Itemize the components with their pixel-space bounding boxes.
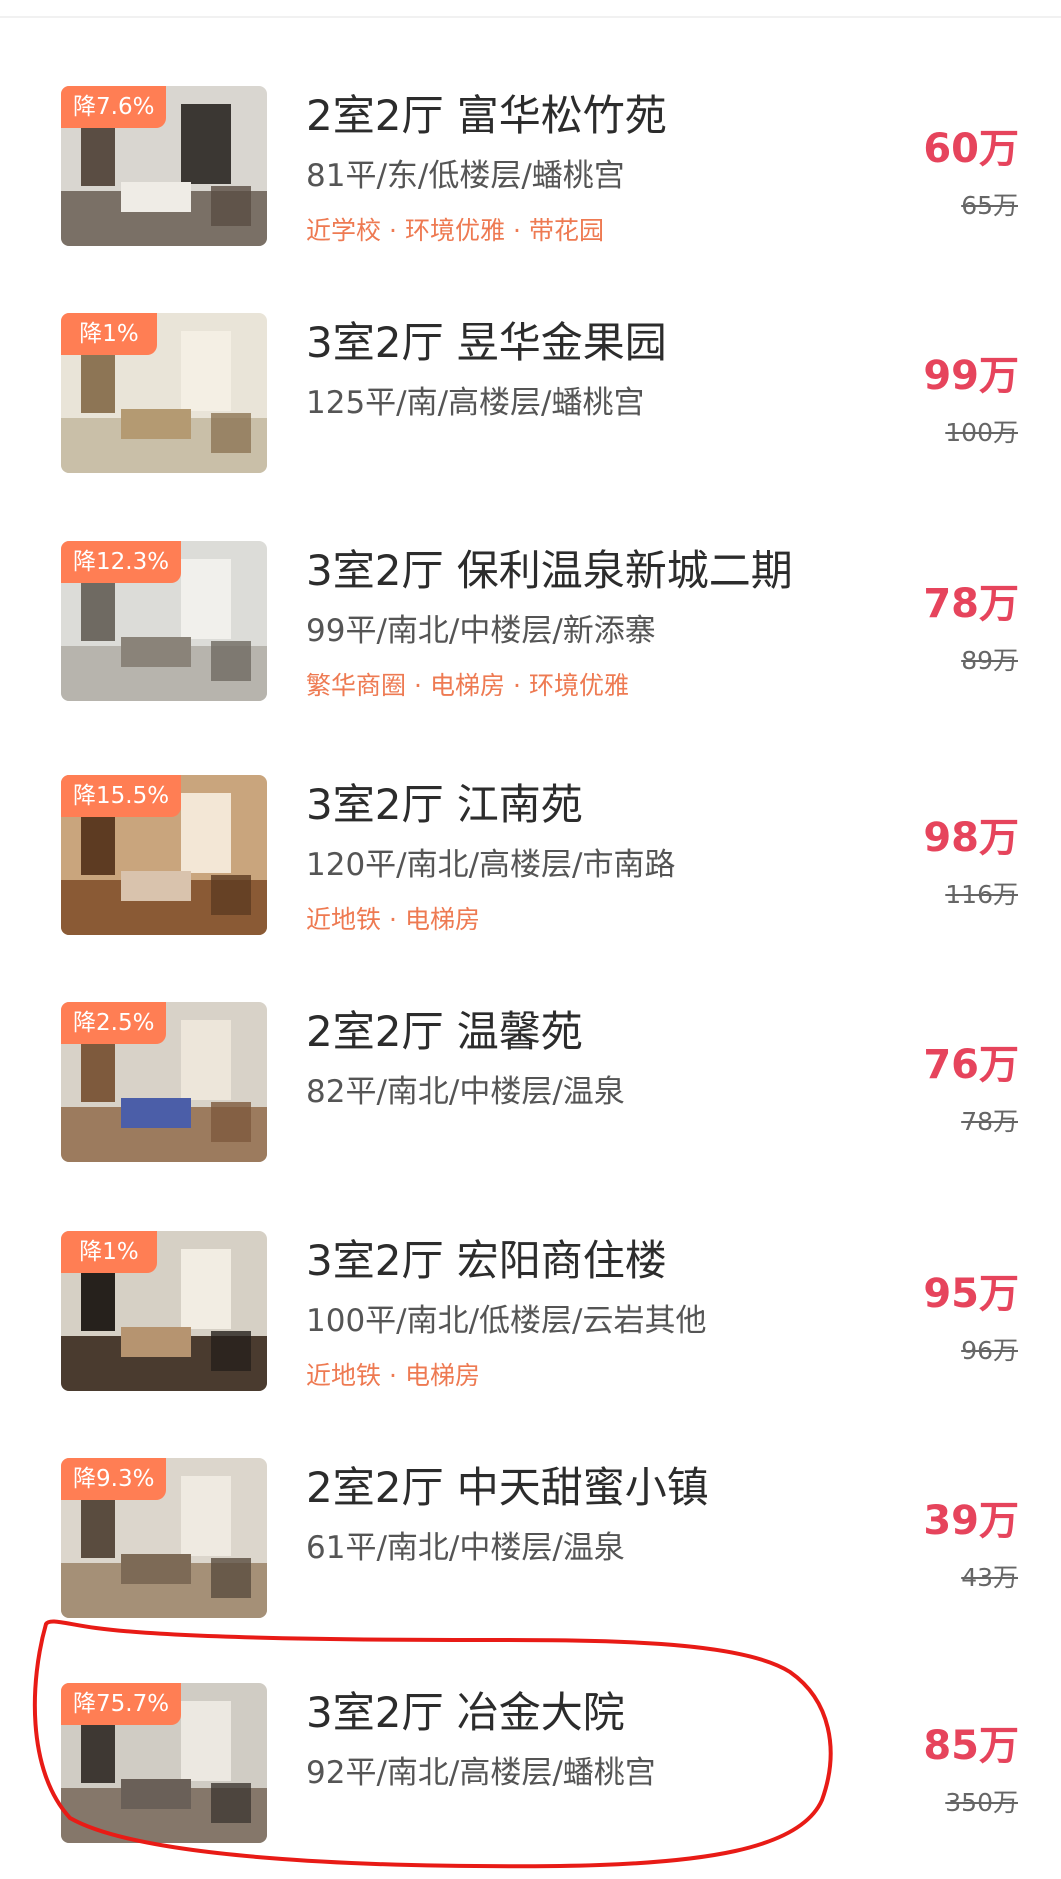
listing-item[interactable]: 降1% 3室2厅 昱华金果园 125平/南/高楼层/蟠桃宫 99万 100万: [0, 313, 1061, 503]
listing-tag: 电梯房: [404, 905, 480, 934]
listing-title[interactable]: 2室2厅 温馨苑: [306, 1006, 583, 1058]
listing-tag: 繁华商圈: [306, 671, 407, 700]
listing-item[interactable]: 降2.5% 2室2厅 温馨苑 82平/南北/中楼层/温泉 76万 78万: [0, 1002, 1061, 1192]
listing-meta: 82平/南北/中楼层/温泉: [306, 1074, 625, 1110]
listing-meta: 92平/南北/高楼层/蟠桃宫: [306, 1755, 656, 1791]
listing-tag: 环境优雅: [404, 216, 505, 245]
listing-price: 98万: [923, 815, 1019, 861]
listing-tag: 环境优雅: [528, 671, 629, 700]
discount-badge: 降75.7%: [61, 1683, 182, 1725]
discount-badge: 降1%: [61, 1231, 157, 1273]
discount-badge: 降1%: [61, 313, 157, 355]
listing-price: 78万: [923, 581, 1019, 627]
listing-meta: 61平/南北/中楼层/温泉: [306, 1530, 625, 1566]
listing-title[interactable]: 3室2厅 冶金大院: [306, 1687, 625, 1739]
discount-badge: 降7.6%: [61, 86, 167, 128]
listing-tag: 电梯房: [404, 1361, 480, 1390]
listing-tag: 近学校: [306, 216, 382, 245]
listing-tags: 繁华商圈 · 电梯房 · 环境优雅: [306, 669, 629, 703]
listing-meta: 81平/东/低楼层/蟠桃宫: [306, 158, 625, 194]
discount-badge: 降12.3%: [61, 541, 182, 583]
listing-tags: 近地铁 · 电梯房: [306, 903, 480, 937]
tag-separator: ·: [389, 905, 397, 934]
listing-price: 95万: [923, 1271, 1019, 1317]
listing-title[interactable]: 3室2厅 宏阳商住楼: [306, 1235, 667, 1287]
listing-list: 降7.6% 2室2厅 富华松竹苑 81平/东/低楼层/蟠桃宫 近学校 · 环境优雅 · 带花园…: [0, 0, 1061, 1879]
listing-original-price: 116万: [945, 880, 1018, 909]
listing-price: 99万: [923, 353, 1019, 399]
listing-item[interactable]: 降1% 3室2厅 宏阳商住楼 100平/南北/低楼层/云岩其他 近地铁 · 电梯房 95万 9…: [0, 1231, 1061, 1421]
listing-price: 76万: [923, 1042, 1019, 1088]
tag-separator: ·: [512, 216, 521, 245]
discount-badge: 降2.5%: [61, 1002, 167, 1044]
listing-original-price: 350万: [945, 1788, 1018, 1817]
tag-separator: ·: [389, 1361, 397, 1390]
listing-tag: 电梯房: [429, 671, 505, 700]
listing-tag: 带花园: [528, 216, 604, 245]
tag-separator: ·: [389, 216, 397, 245]
listing-item[interactable]: 降12.3% 3室2厅 保利温泉新城二期 99平/南北/中楼层/新添寨 繁华商圈 · 电梯…: [0, 541, 1061, 731]
listing-price: 85万: [923, 1723, 1019, 1769]
listing-meta: 99平/南北/中楼层/新添寨: [306, 613, 656, 649]
tag-separator: ·: [512, 671, 521, 700]
listing-original-price: 78万: [961, 1107, 1018, 1136]
listing-tags: 近地铁 · 电梯房: [306, 1359, 480, 1393]
listing-meta: 125平/南/高楼层/蟠桃宫: [306, 385, 645, 421]
listing-title[interactable]: 3室2厅 江南苑: [306, 779, 583, 831]
listing-original-price: 65万: [961, 191, 1018, 220]
listing-original-price: 89万: [961, 646, 1018, 675]
discount-badge: 降9.3%: [61, 1458, 167, 1500]
listing-title[interactable]: 3室2厅 昱华金果园: [306, 317, 667, 369]
listing-price: 39万: [923, 1498, 1019, 1544]
listing-title[interactable]: 3室2厅 保利温泉新城二期: [306, 545, 793, 597]
discount-badge: 降15.5%: [61, 775, 182, 817]
listing-item[interactable]: 降7.6% 2室2厅 富华松竹苑 81平/东/低楼层/蟠桃宫 近学校 · 环境优雅 · 带花园…: [0, 86, 1061, 276]
listing-original-price: 100万: [945, 418, 1018, 447]
listing-meta: 120平/南北/高楼层/市南路: [306, 847, 676, 883]
listing-meta: 100平/南北/低楼层/云岩其他: [306, 1303, 707, 1339]
listing-title[interactable]: 2室2厅 中天甜蜜小镇: [306, 1462, 709, 1514]
tag-separator: ·: [414, 671, 422, 700]
listing-tag: 近地铁: [306, 905, 382, 934]
listing-item[interactable]: 降75.7% 3室2厅 冶金大院 92平/南北/高楼层/蟠桃宫 85万 350万: [0, 1683, 1061, 1873]
listing-price: 60万: [923, 126, 1019, 172]
listing-item[interactable]: 降15.5% 3室2厅 江南苑 120平/南北/高楼层/市南路 近地铁 · 电梯房 98万 1…: [0, 775, 1061, 965]
listing-tags: 近学校 · 环境优雅 · 带花园: [306, 214, 604, 248]
listing-title[interactable]: 2室2厅 富华松竹苑: [306, 90, 667, 142]
listing-tag: 近地铁: [306, 1361, 382, 1390]
listing-item[interactable]: 降9.3% 2室2厅 中天甜蜜小镇 61平/南北/中楼层/温泉 39万 43万: [0, 1458, 1061, 1648]
listing-original-price: 96万: [961, 1336, 1018, 1365]
listing-original-price: 43万: [961, 1563, 1018, 1592]
